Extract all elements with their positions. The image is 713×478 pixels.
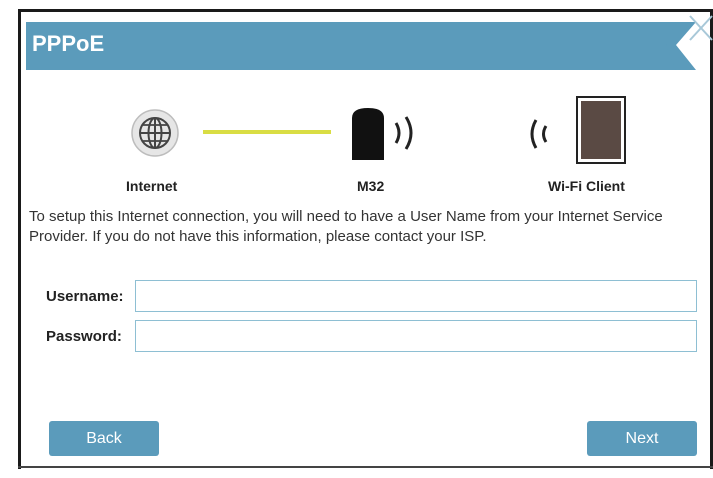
wifi-signal-icon [394,116,413,150]
router-icon [352,108,413,160]
close-icon [689,15,713,41]
username-label: Username: [46,288,124,305]
internet-label: Internet [126,178,178,194]
tablet-icon [576,96,626,164]
close-button[interactable] [660,14,713,76]
header-notch [666,22,696,70]
window-frame-bottom [18,466,713,468]
next-button[interactable]: Next [587,421,697,456]
connection-line [203,130,331,134]
window-frame-left [18,9,21,469]
window-frame-top [18,9,713,12]
globe-icon [131,109,179,157]
back-button[interactable]: Back [49,421,159,456]
device-label: M32 [357,178,385,194]
client-label: Wi-Fi Client [548,178,625,194]
dialog-title: PPPoE [32,31,105,56]
dialog-header: PPPoE [26,22,676,70]
connection-diagram: Internet M32 Wi-Fi Client [0,92,713,202]
instruction-text: To setup this Internet connection, you w… [29,208,663,245]
username-input[interactable] [135,280,697,312]
wifi-client-icon [530,96,626,164]
password-input[interactable] [135,320,697,352]
password-label: Password: [46,328,122,345]
wifi-signal-icon [530,119,548,149]
